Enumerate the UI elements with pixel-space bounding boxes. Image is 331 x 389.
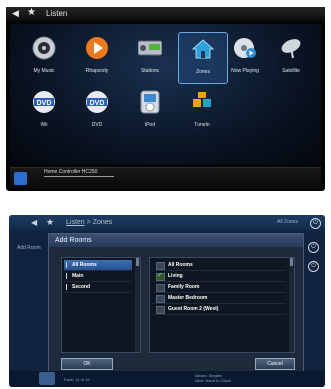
track-counter: Track: 14 of 19: [63, 377, 90, 382]
house-icon: [191, 39, 215, 59]
list-item-label: All Rooms: [72, 262, 97, 268]
satellite-icon: [281, 39, 301, 59]
back-arrow-icon[interactable]: ◀: [12, 8, 19, 19]
room-checkbox[interactable]: [156, 306, 165, 314]
favorites-star-icon[interactable]: ★: [27, 7, 36, 18]
tv-screen-listen: ◀ ★ Listen My Music Rhapsody Stations Zo…: [6, 7, 325, 191]
tile-label: Rhapsody: [85, 68, 109, 74]
list-item-label: Guest Room 2 (West): [168, 306, 219, 312]
room-list: All Rooms Living Family Room Master Bedr…: [149, 257, 295, 353]
scrollbar[interactable]: [135, 258, 140, 352]
tunein-icon: [193, 92, 211, 107]
album-art-icon: [39, 372, 55, 385]
list-item[interactable]: Second: [64, 282, 132, 293]
page-title: Listen: [46, 9, 68, 18]
tile-label: My Music: [33, 68, 55, 74]
tile-ipod[interactable]: iPod: [126, 86, 174, 136]
breadcrumb-separator: >: [86, 219, 91, 226]
add-rooms-dialog: Add Rooms All Rooms Main Second All Room…: [48, 233, 304, 373]
svg-text:DVD: DVD: [37, 100, 52, 107]
tile-label: iPod: [144, 122, 155, 128]
list-item[interactable]: Guest Room 2 (West): [152, 304, 286, 315]
list-item-label: Family Room: [168, 284, 200, 290]
list-item[interactable]: Main: [64, 271, 132, 282]
tile-label: Stations: [140, 68, 160, 74]
list-item[interactable]: Master Bedroom: [152, 293, 286, 304]
dialog-title: Add Rooms: [55, 237, 92, 244]
tile-wii[interactable]: DVD Wii: [20, 86, 68, 136]
tile-label: TuneIn: [194, 122, 210, 128]
now-playing-bar: Track: 14 of 19 Album: Singles Next: Han…: [9, 371, 325, 387]
favorites-star-icon[interactable]: ★: [46, 217, 54, 228]
tile-rhapsody[interactable]: Rhapsody: [73, 32, 121, 82]
status-text: Home Controller HC250: [44, 169, 98, 175]
room-checkbox[interactable]: [156, 271, 165, 281]
list-item-label: Master Bedroom: [168, 295, 208, 301]
breadcrumb-link-listen[interactable]: Listen: [66, 219, 85, 226]
dialog-header: Add Rooms: [49, 234, 303, 247]
back-arrow-icon[interactable]: ◀: [31, 218, 37, 227]
album-info: Album: Singles Next: Hand In Glove: [195, 373, 231, 383]
dvd-icon: DVD: [86, 91, 108, 113]
power-icon[interactable]: ⏻: [310, 218, 321, 229]
cancel-button[interactable]: Cancel: [255, 358, 295, 370]
list-item-label: Living: [168, 273, 183, 279]
tv-screen-zones: ◀ ★ Listen > Zones All Zones ⏻ ⏻ ⏻ Add R…: [9, 215, 325, 387]
home-controller-logo-icon: [14, 172, 27, 185]
group-list: All Rooms Main Second: [61, 257, 141, 353]
list-item[interactable]: All Rooms: [152, 260, 286, 271]
list-marker: [66, 273, 67, 279]
menu-grid: My Music Rhapsody Stations Zones Now Pla…: [10, 24, 321, 164]
radio-icon: [138, 40, 162, 56]
tile-label: Now Playing: [231, 68, 259, 74]
tile-label: Satellite: [282, 68, 300, 74]
list-item[interactable]: Living: [152, 271, 286, 282]
list-item-label: Main: [72, 273, 84, 279]
list-item-label: Second: [72, 284, 91, 290]
tile-my-music[interactable]: My Music: [20, 32, 68, 82]
status-bar: Home Controller HC250: [10, 167, 321, 189]
now-playing-icon: [234, 38, 256, 58]
status-divider: [44, 176, 114, 177]
tile-label: DVD: [91, 122, 103, 128]
scrollbar-thumb[interactable]: [136, 258, 139, 266]
list-marker: [66, 284, 67, 290]
next-line: Next: Hand In Glove: [195, 378, 232, 383]
ipod-icon: [140, 90, 160, 114]
list-item[interactable]: All Rooms: [64, 260, 132, 271]
room-checkbox[interactable]: [156, 284, 165, 292]
dvd-wii-icon: DVD: [33, 91, 55, 113]
breadcrumb-current: Zones: [92, 219, 113, 226]
room-checkbox[interactable]: [156, 295, 165, 303]
tile-satellite[interactable]: Satellite: [267, 32, 315, 82]
tile-stations[interactable]: Stations: [126, 32, 174, 82]
list-item-label: All Rooms: [168, 262, 193, 268]
add-room-side-label: Add Room: [17, 245, 41, 251]
ok-button[interactable]: OK: [61, 358, 113, 370]
room-checkbox[interactable]: [156, 262, 165, 270]
power-icon[interactable]: ⏻: [308, 242, 319, 253]
breadcrumb: Listen > Zones: [66, 219, 112, 226]
svg-text:DVD: DVD: [90, 100, 105, 107]
list-marker: [66, 262, 67, 268]
tile-dvd[interactable]: DVD DVD: [73, 86, 121, 136]
scrollbar-thumb[interactable]: [290, 258, 293, 266]
tile-label: Wii: [40, 122, 48, 128]
music-disc-icon: [32, 36, 56, 60]
tile-now-playing[interactable]: Now Playing: [221, 32, 269, 82]
scrollbar[interactable]: [289, 258, 294, 352]
list-item[interactable]: Family Room: [152, 282, 286, 293]
rhapsody-icon: [86, 37, 108, 59]
all-zones-label: All Zones: [277, 219, 298, 225]
power-icon[interactable]: ⏻: [308, 261, 319, 272]
tile-label: Zones: [196, 69, 210, 75]
tile-tunein[interactable]: TuneIn: [178, 86, 226, 136]
